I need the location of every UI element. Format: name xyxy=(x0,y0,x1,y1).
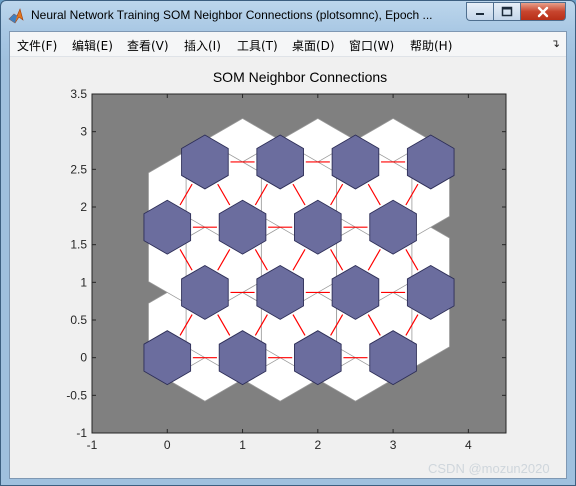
minimize-icon xyxy=(476,12,484,15)
figure-client-area: 文件(F) 编辑(E) 查看(V) 插入(I) 工具(T) 桌面(D) 窗口(W… xyxy=(9,31,567,479)
figure-window: Neural Network Training SOM Neighbor Con… xyxy=(0,0,576,486)
chart-title: SOM Neighbor Connections xyxy=(213,69,387,85)
menu-tools[interactable]: 工具(T) xyxy=(237,37,278,54)
menu-insert[interactable]: 插入(I) xyxy=(184,37,221,54)
x-tick-label: 4 xyxy=(465,438,472,452)
close-icon xyxy=(537,6,549,17)
y-tick-label: -1 xyxy=(76,426,87,440)
window-title: Neural Network Training SOM Neighbor Con… xyxy=(31,8,433,22)
maximize-icon xyxy=(501,6,513,17)
y-tick-label: 2.5 xyxy=(70,162,87,176)
menu-bar: 文件(F) 编辑(E) 查看(V) 插入(I) 工具(T) 桌面(D) 窗口(W… xyxy=(10,32,566,57)
watermark: CSDN @mozun2020 xyxy=(428,461,550,476)
y-tick-label: 3.5 xyxy=(70,87,87,101)
y-tick-label: 0.5 xyxy=(70,313,87,327)
som-plot: SOM Neighbor Connections -1 0 1 2 3 4 -1 -0.5 0 0… xyxy=(66,69,507,452)
x-tick-label: -1 xyxy=(87,438,98,452)
x-tick-label: 3 xyxy=(390,438,397,452)
y-tick-label: 1.5 xyxy=(70,238,87,252)
title-bar[interactable]: Neural Network Training SOM Neighbor Con… xyxy=(1,1,575,31)
y-tick-label: -0.5 xyxy=(66,388,87,402)
menu-help[interactable]: 帮助(H) xyxy=(410,37,452,54)
figure-canvas: SOM Neighbor Connections -1 0 1 2 3 4 -1 -0.5 0 0… xyxy=(10,57,566,478)
minimize-button[interactable] xyxy=(466,2,493,21)
dock-arrow-icon[interactable]: ↴ xyxy=(551,37,560,50)
menu-view[interactable]: 查看(V) xyxy=(127,37,169,54)
y-tick-label: 3 xyxy=(80,125,87,139)
maximize-button[interactable] xyxy=(493,2,520,21)
y-tick-label: 2 xyxy=(80,200,87,214)
menu-window[interactable]: 窗口(W) xyxy=(349,37,394,54)
x-tick-label: 2 xyxy=(314,438,321,452)
x-tick-label: 0 xyxy=(164,438,171,452)
y-tick-label: 0 xyxy=(80,351,87,365)
menu-edit[interactable]: 编辑(E) xyxy=(72,37,113,54)
y-tick-label: 1 xyxy=(80,275,87,289)
menu-file[interactable]: 文件(F) xyxy=(17,37,57,54)
matlab-icon[interactable] xyxy=(8,8,24,24)
menu-desktop[interactable]: 桌面(D) xyxy=(292,37,335,54)
x-tick-label: 1 xyxy=(239,438,246,452)
close-button[interactable] xyxy=(520,2,566,21)
